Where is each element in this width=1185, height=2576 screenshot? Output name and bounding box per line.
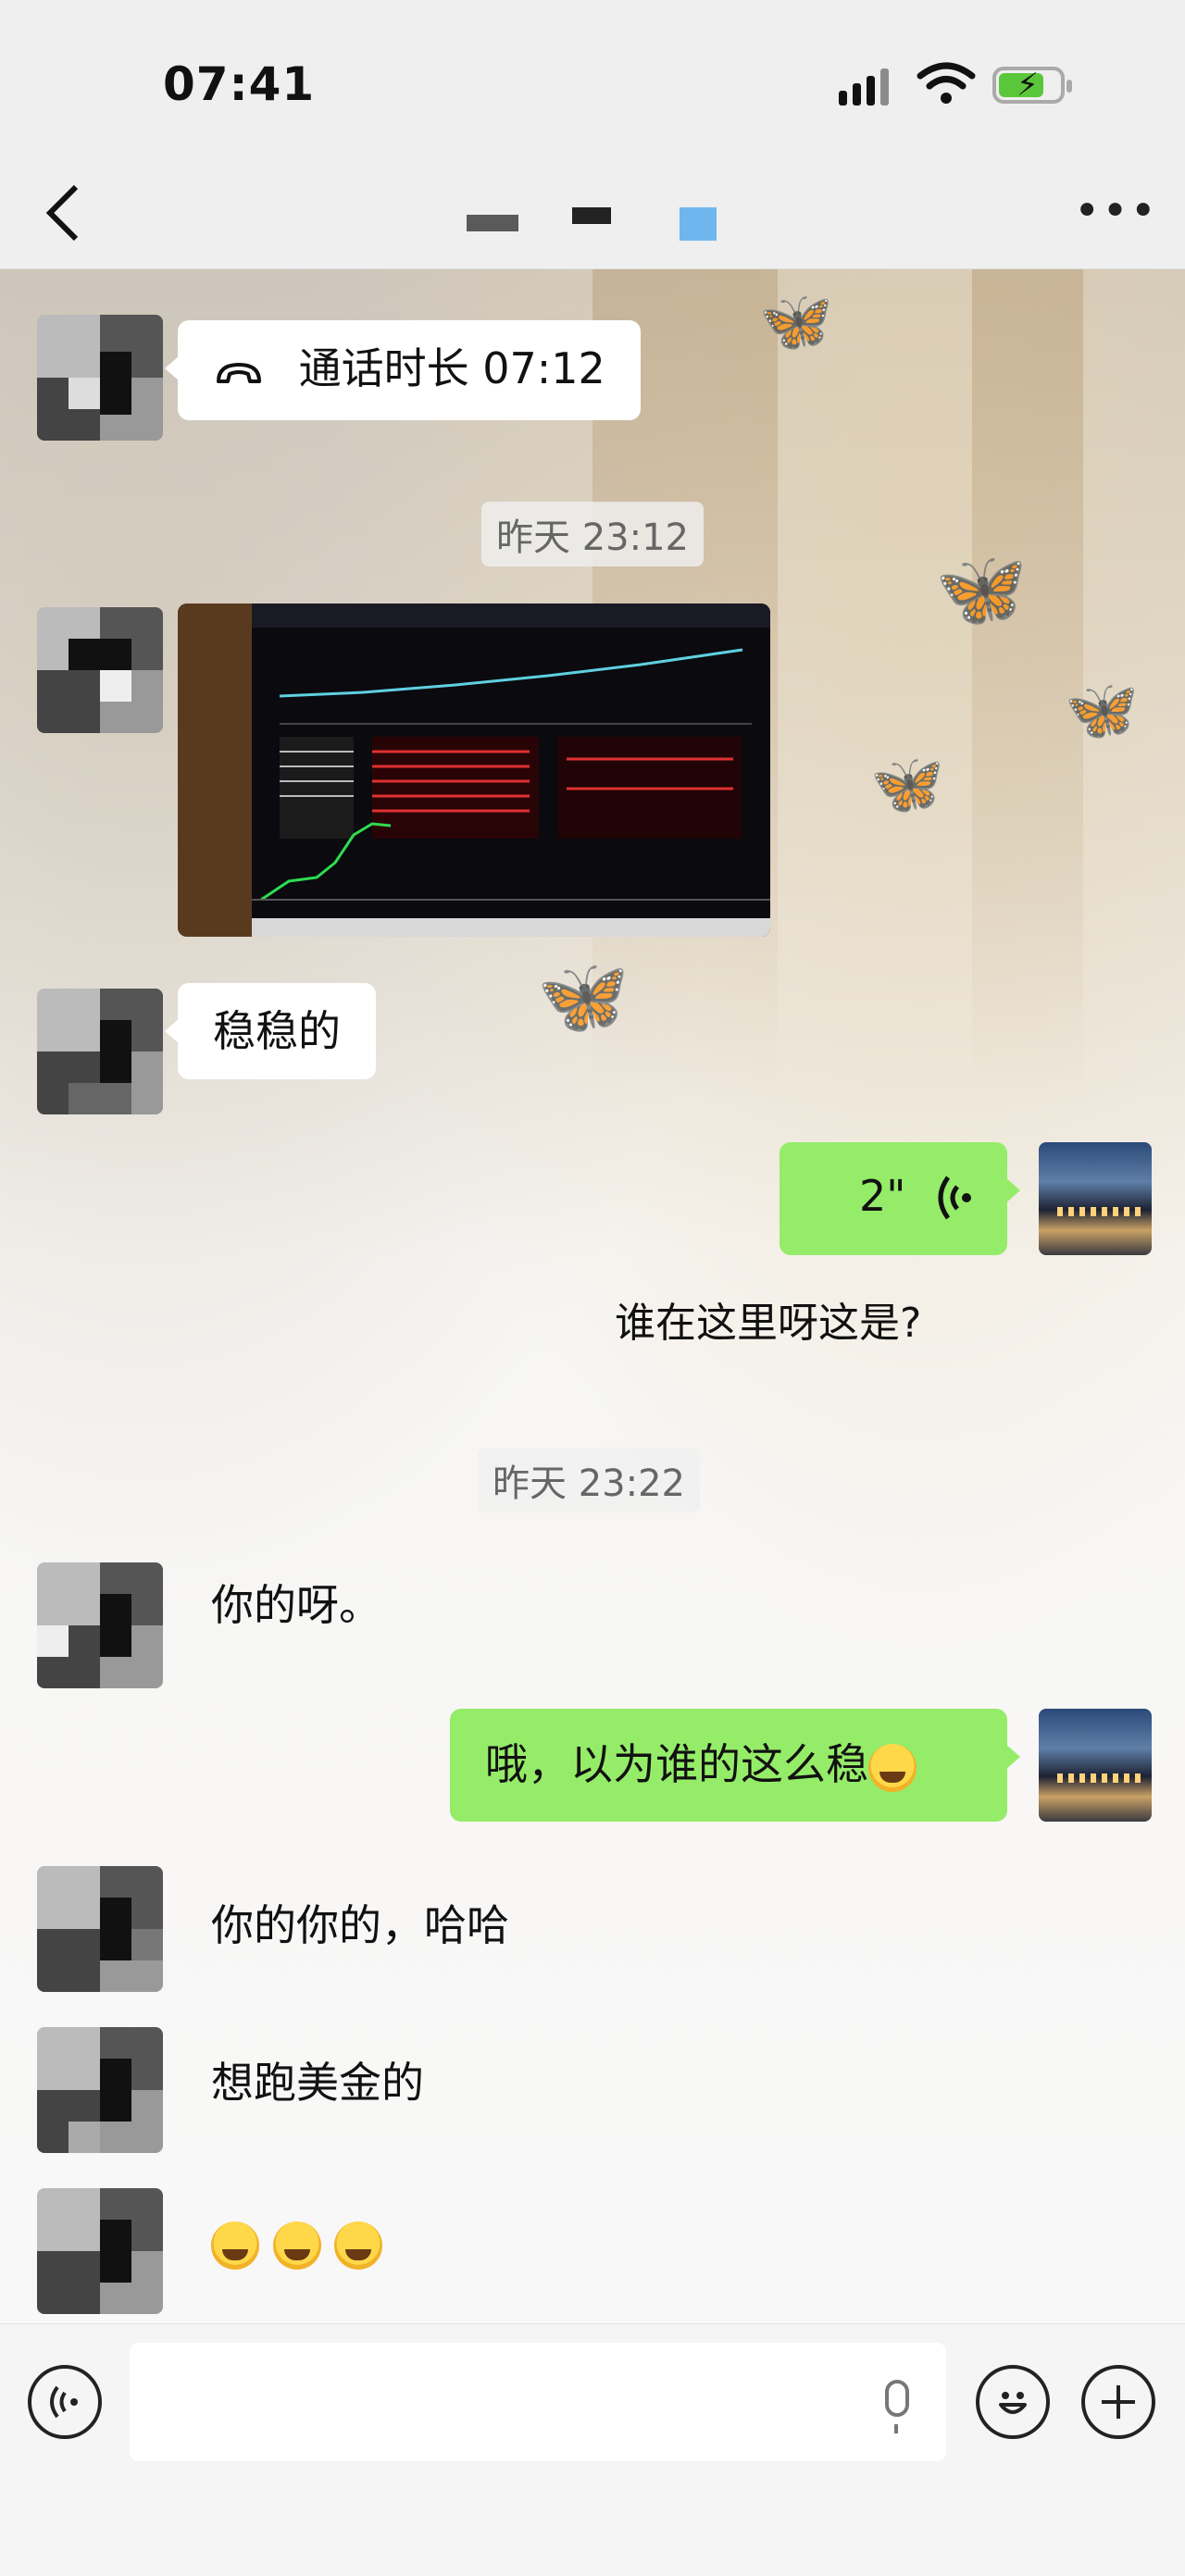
message-bubble-mine[interactable]: 哦，以为谁的这么稳 [450, 1709, 1020, 1822]
message-text[interactable]: 你的你的，哈哈 [211, 1899, 509, 1951]
message-bubble[interactable]: 稳稳的 [165, 983, 376, 1079]
voice-input-toggle-icon[interactable] [28, 2365, 102, 2439]
contact-avatar[interactable] [37, 1866, 163, 1992]
wifi-icon [917, 62, 976, 104]
cellular-signal-icon [839, 68, 889, 106]
message-text[interactable]: 想跑美金的 [211, 2057, 424, 2109]
status-time: 07:41 [163, 57, 316, 111]
chevron-left-icon[interactable] [44, 183, 81, 252]
contact-avatar[interactable] [37, 607, 163, 733]
trading-screenshot-image[interactable] [178, 604, 770, 937]
butterfly-decoration-icon: 🦋 [935, 546, 1028, 632]
laughing-tears-emoji-icon [211, 2221, 259, 2270]
timestamp: 昨天 23:12 [481, 502, 704, 566]
trading-chart-image [178, 604, 770, 937]
butterfly-decoration-icon: 🦋 [537, 953, 630, 1039]
message-input[interactable] [130, 2343, 946, 2461]
voice-duration: 2" [859, 1171, 906, 1221]
contact-avatar[interactable] [37, 989, 163, 1114]
contact-avatar[interactable] [37, 2027, 163, 2153]
voice-message-bubble[interactable]: 2" [780, 1142, 1020, 1255]
butterfly-decoration-icon: 🦋 [759, 288, 833, 356]
my-avatar[interactable] [1039, 1709, 1152, 1822]
voice-transcript: 谁在这里呀这是? [615, 1300, 922, 1347]
contact-avatar[interactable] [37, 315, 163, 441]
call-duration-label: 通话时长 07:12 [298, 343, 605, 393]
emoji-picker-icon[interactable] [976, 2365, 1050, 2439]
message-text[interactable]: 你的呀。 [211, 1579, 381, 1631]
input-bar [0, 2323, 1185, 2576]
laughing-tears-emoji-icon [334, 2221, 383, 2270]
butterfly-decoration-icon: 🦋 [870, 751, 944, 819]
laughing-tears-emoji-icon [272, 2221, 321, 2270]
call-duration-bubble[interactable]: 通话时长 07:12 [165, 320, 641, 420]
more-options-icon[interactable]: ••• [1074, 185, 1158, 237]
status-bar: 07:41 ⚡ [0, 0, 1185, 157]
timestamp: 昨天 23:22 [478, 1448, 700, 1512]
emoji-message[interactable] [211, 2216, 383, 2270]
battery-icon: ⚡ [992, 67, 1072, 104]
contact-avatar[interactable] [37, 2188, 163, 2314]
chat-background: 🦋 🦋 🦋 🦋 🦋 [0, 268, 1185, 2323]
contact-name-redacted [463, 194, 731, 241]
message-text: 哦，以为谁的这么稳 [485, 1739, 868, 1789]
contact-avatar[interactable] [37, 1562, 163, 1688]
chat-header: ••• [0, 157, 1185, 269]
phone-hangup-icon [213, 346, 268, 398]
my-avatar[interactable] [1039, 1142, 1152, 1255]
microphone-icon[interactable] [885, 2380, 909, 2433]
laughing-tears-emoji-icon [868, 1743, 917, 1792]
voice-wave-icon [933, 1174, 974, 1233]
butterfly-decoration-icon: 🦋 [1065, 677, 1139, 745]
add-attachment-icon[interactable] [1081, 2365, 1155, 2439]
